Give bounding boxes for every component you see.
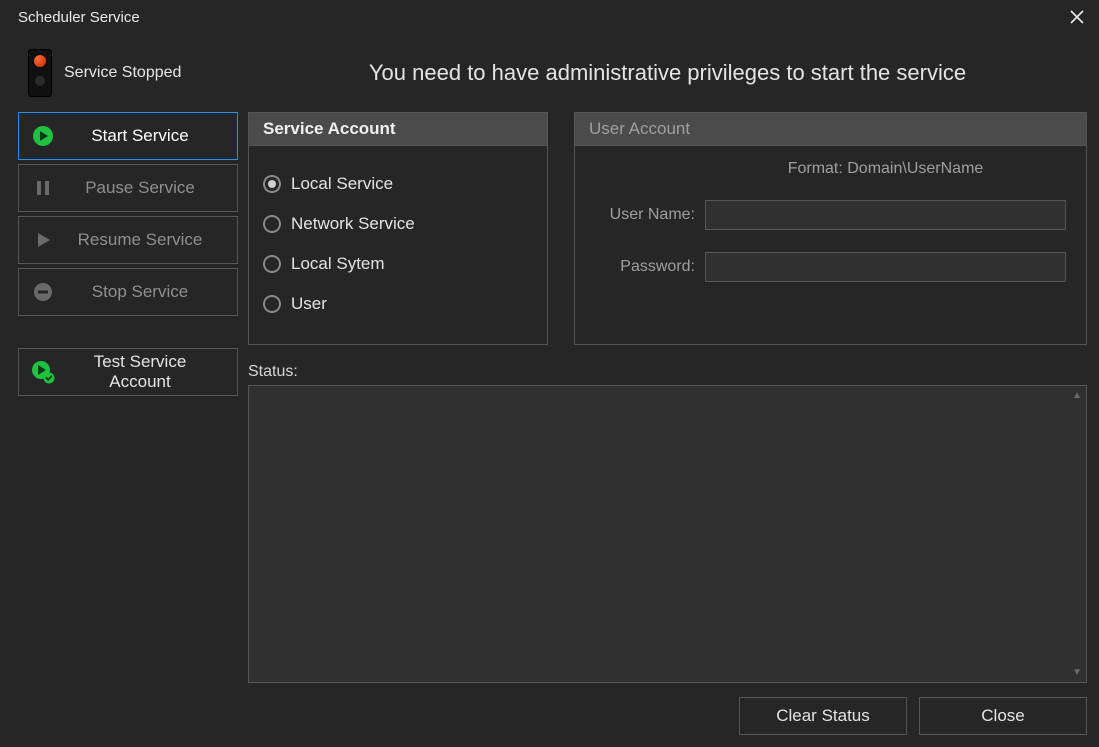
radio-user[interactable]: User [263,284,533,324]
status-text [249,386,1086,398]
window-title: Scheduler Service [18,9,140,26]
password-label: Password: [595,258,695,276]
resume-service-button[interactable]: Resume Service [18,216,238,264]
sidebar-item-label: Test Service Account [69,352,237,392]
user-account-header: User Account [575,113,1086,146]
status-textarea[interactable]: ▲ ▼ [248,385,1087,683]
close-icon[interactable] [1065,5,1089,29]
sidebar-item-label: Start Service [69,126,237,146]
radio-label: Local Sytem [291,254,385,274]
radio-local-service[interactable]: Local Service [263,164,533,204]
service-state-label: Service Stopped [64,64,181,82]
sidebar-item-label: Resume Service [69,230,237,250]
play-icon [31,124,55,148]
close-button[interactable]: Close [919,697,1087,735]
radio-icon [263,175,281,193]
start-service-button[interactable]: Start Service [18,112,238,160]
radio-label: Network Service [291,214,415,234]
sidebar-item-label: Pause Service [69,178,237,198]
username-input[interactable] [705,200,1066,230]
user-account-panel: User Account Format: Domain\UserName Use… [574,112,1087,345]
radio-icon [263,255,281,273]
stop-service-button[interactable]: Stop Service [18,268,238,316]
status-label: Status: [248,363,1087,381]
radio-label: Local Service [291,174,393,194]
privilege-notice: You need to have administrative privileg… [248,34,1087,112]
scroll-up-icon[interactable]: ▲ [1072,390,1082,401]
radio-network-service[interactable]: Network Service [263,204,533,244]
scroll-down-icon[interactable]: ▼ [1072,667,1082,678]
stop-icon [31,280,55,304]
format-hint: Format: Domain\UserName [705,160,1066,178]
pause-icon [31,176,55,200]
sidebar-item-label: Stop Service [69,282,237,302]
sidebar: Service Stopped Start Service Pause Serv… [18,34,238,735]
radio-local-system[interactable]: Local Sytem [263,244,533,284]
radio-label: User [291,294,327,314]
password-input[interactable] [705,252,1066,282]
service-account-header: Service Account [249,113,547,146]
radio-icon [263,295,281,313]
titlebar: Scheduler Service [0,0,1099,34]
service-account-panel: Service Account Local Service Network Se… [248,112,548,345]
service-state: Service Stopped [18,34,238,112]
traffic-light-icon [28,49,52,97]
main-area: You need to have administrative privileg… [248,34,1087,735]
play-outline-icon [31,228,55,252]
test-icon [31,360,55,384]
test-service-account-button[interactable]: Test Service Account [18,348,238,396]
button-label: Close [981,706,1024,726]
pause-service-button[interactable]: Pause Service [18,164,238,212]
radio-icon [263,215,281,233]
button-label: Clear Status [776,706,870,726]
clear-status-button[interactable]: Clear Status [739,697,907,735]
username-label: User Name: [595,206,695,224]
